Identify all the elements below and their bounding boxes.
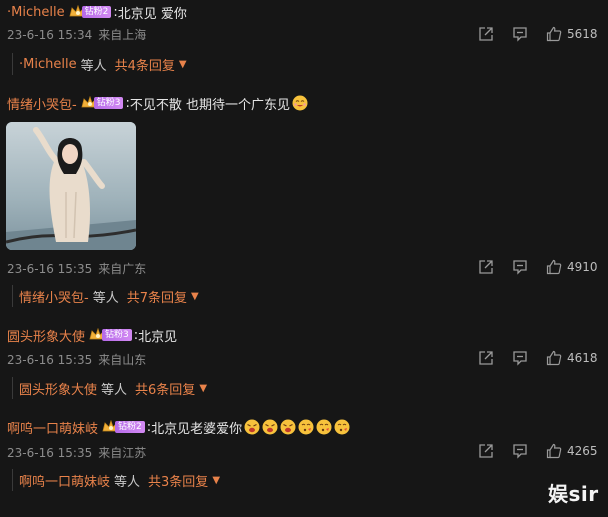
share-icon[interactable] bbox=[477, 442, 495, 460]
like-count: 5618 bbox=[567, 27, 598, 41]
share-icon[interactable] bbox=[477, 349, 495, 367]
sub-replies-link[interactable]: ·Michelle 等人 共4条回复 ▼ bbox=[12, 53, 187, 75]
comment-meta: 23-6-16 15:35 来自广东 bbox=[7, 260, 146, 277]
caret-down-icon[interactable]: ▼ bbox=[212, 475, 220, 486]
sub-replies-link[interactable]: 情绪小哭包- 等人 共7条回复 ▼ bbox=[12, 285, 199, 307]
caret-down-icon[interactable]: ▼ bbox=[179, 59, 187, 70]
sub-reply-etc: 等人 bbox=[92, 290, 119, 306]
emoji-icon bbox=[262, 419, 278, 435]
comment-icon[interactable] bbox=[511, 258, 529, 276]
comment-date: 23-6-16 15:35 bbox=[7, 446, 93, 460]
caret-down-icon[interactable]: ▼ bbox=[191, 291, 199, 302]
sub-reply-etc: 等人 bbox=[101, 382, 128, 398]
comment-text: 北京见老婆爱你 bbox=[151, 421, 243, 437]
comment-username[interactable]: 圆头形象大使 bbox=[7, 326, 85, 345]
comment-image[interactable] bbox=[6, 122, 136, 250]
fan-badge: 钻粉2 bbox=[115, 421, 145, 433]
like-icon[interactable] bbox=[545, 349, 563, 367]
like-icon[interactable] bbox=[545, 25, 563, 43]
comment-username[interactable]: ·Michelle bbox=[7, 5, 65, 20]
comment-meta: 23-6-16 15:35 来自江苏 bbox=[7, 444, 146, 461]
fan-badge: 钻粉2 bbox=[81, 6, 112, 18]
watermark: 娱sir bbox=[548, 482, 599, 506]
comment-header: 啊呜一口萌妹岐 钻粉2 : 北京见老婆爱你 bbox=[7, 416, 350, 438]
fan-badge: 钻粉3 bbox=[102, 329, 132, 341]
sub-reply-user[interactable]: 圆头形象大使 bbox=[19, 379, 97, 398]
comment-date: 23-6-16 15:35 bbox=[7, 262, 93, 276]
comment-icon[interactable] bbox=[511, 442, 529, 460]
sub-reply-count[interactable]: 共6条回复 bbox=[135, 379, 195, 398]
emoji-icon bbox=[334, 419, 350, 435]
sub-reply-etc: 等人 bbox=[80, 58, 107, 74]
comment-meta: 23-6-16 15:35 来自山东 bbox=[7, 351, 146, 368]
sub-reply-user[interactable]: ·Michelle bbox=[19, 57, 77, 72]
sub-reply-user[interactable]: 啊呜一口萌妹岐 bbox=[19, 471, 110, 490]
share-icon[interactable] bbox=[477, 25, 495, 43]
like-count: 4265 bbox=[567, 444, 598, 458]
comment-header: 情绪小哭包- 钻粉3 : 不见不散 也期待一个广东见 bbox=[7, 92, 308, 114]
emoji-icon bbox=[298, 419, 314, 435]
comment-location: 来自江苏 bbox=[98, 446, 147, 460]
caret-down-icon[interactable]: ▼ bbox=[199, 383, 207, 394]
comment-text: 不见不散 也期待一个广东见 bbox=[129, 97, 290, 113]
emoji-icon bbox=[280, 419, 296, 435]
like-icon[interactable] bbox=[545, 442, 563, 460]
sub-replies-link[interactable]: 圆头形象大使 等人 共6条回复 ▼ bbox=[12, 377, 207, 399]
emoji-icon bbox=[292, 95, 308, 111]
comment-icon[interactable] bbox=[511, 25, 529, 43]
emoji-icon bbox=[316, 419, 332, 435]
comment-username[interactable]: 啊呜一口萌妹岐 bbox=[7, 418, 98, 437]
like-count: 4910 bbox=[567, 260, 598, 274]
sub-reply-count[interactable]: 共7条回复 bbox=[127, 287, 187, 306]
comment-date: 23-6-16 15:35 bbox=[7, 353, 93, 367]
comment-date: 23-6-16 15:34 bbox=[7, 28, 93, 42]
comment-location: 来自山东 bbox=[98, 353, 147, 367]
fan-badge: 钻粉3 bbox=[93, 97, 124, 109]
comment-header: 圆头形象大使 钻粉3 : 北京见 bbox=[7, 324, 177, 346]
sub-reply-user[interactable]: 情绪小哭包- bbox=[19, 287, 89, 306]
like-icon[interactable] bbox=[545, 258, 563, 276]
comment-actions: 4265 bbox=[477, 442, 598, 460]
comment-location: 来自广东 bbox=[98, 262, 147, 276]
like-count: 4618 bbox=[567, 351, 598, 365]
comment-actions: 5618 bbox=[477, 25, 598, 43]
comment-icon[interactable] bbox=[511, 349, 529, 367]
sub-reply-count[interactable]: 共4条回复 bbox=[115, 55, 175, 74]
comment-actions: 4910 bbox=[477, 258, 598, 276]
comment-meta: 23-6-16 15:34 来自上海 bbox=[7, 26, 146, 43]
comment-actions: 4618 bbox=[477, 349, 598, 367]
sub-replies-link[interactable]: 啊呜一口萌妹岐 等人 共3条回复 ▼ bbox=[12, 469, 220, 491]
sub-reply-etc: 等人 bbox=[114, 474, 141, 490]
comment-username[interactable]: 情绪小哭包- bbox=[7, 94, 77, 113]
comment-location: 来自上海 bbox=[98, 28, 147, 42]
comment-header: ·Michelle 钻粉2 : 北京见 爱你 bbox=[7, 1, 187, 23]
sub-reply-count[interactable]: 共3条回复 bbox=[148, 471, 208, 490]
emoji-icon bbox=[244, 419, 260, 435]
share-icon[interactable] bbox=[477, 258, 495, 276]
comment-text: 北京见 爱你 bbox=[117, 6, 187, 22]
comment-text: 北京见 bbox=[138, 329, 178, 345]
